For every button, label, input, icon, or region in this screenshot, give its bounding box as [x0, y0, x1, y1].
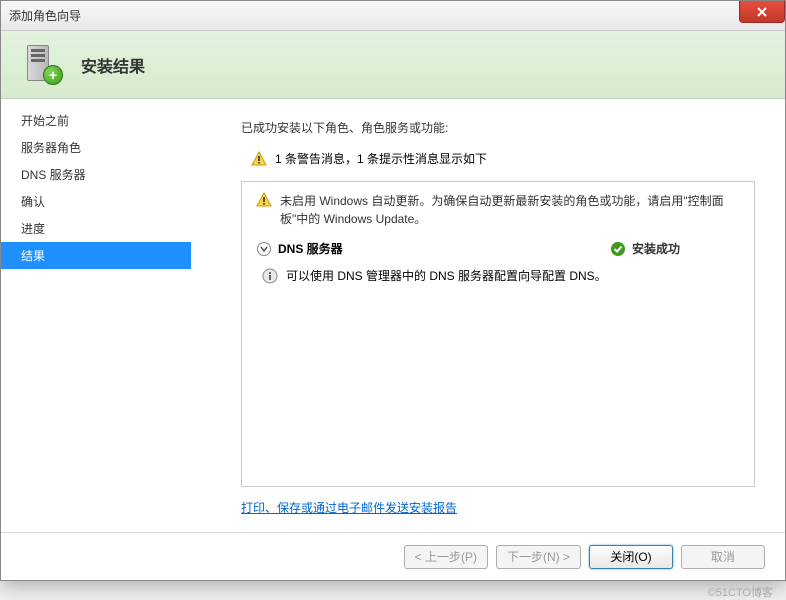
role-name: DNS 服务器 — [278, 240, 610, 257]
close-icon — [756, 6, 768, 18]
wizard-body: 开始之前 服务器角色 DNS 服务器 确认 进度 结果 已成功安装以下角色、角色… — [1, 99, 785, 532]
cancel-button: 取消 — [681, 545, 765, 569]
collapse-icon[interactable] — [256, 241, 272, 257]
role-status: 安装成功 — [632, 240, 680, 257]
sidebar-item-dns-server[interactable]: DNS 服务器 — [1, 161, 191, 188]
wizard-footer: < 上一步(P) 下一步(N) > 关闭(O) 取消 — [1, 532, 785, 580]
page-title: 安装结果 — [81, 53, 145, 77]
report-link[interactable]: 打印、保存或通过电子邮件发送安装报告 — [241, 501, 457, 515]
wizard-window: 添加角色向导 + 安装结果 开始之前 服务器角色 DNS 服务器 确认 进度 结… — [0, 0, 786, 581]
wizard-header: + 安装结果 — [1, 31, 785, 99]
warning-icon — [256, 192, 272, 208]
info-icon — [262, 268, 278, 284]
role-info-text: 可以使用 DNS 管理器中的 DNS 服务器配置向导配置 DNS。 — [286, 267, 607, 284]
role-info-row: 可以使用 DNS 管理器中的 DNS 服务器配置向导配置 DNS。 — [256, 267, 740, 284]
window-title: 添加角色向导 — [9, 7, 81, 24]
sidebar-item-confirmation[interactable]: 确认 — [1, 188, 191, 215]
role-result-row: DNS 服务器 安装成功 — [256, 240, 740, 257]
next-button: 下一步(N) > — [496, 545, 581, 569]
previous-button: < 上一步(P) — [404, 545, 488, 569]
panel-warning-text: 未启用 Windows 自动更新。为确保自动更新最新安装的角色或功能，请启用"控… — [280, 192, 740, 228]
sidebar-item-results[interactable]: 结果 — [1, 242, 191, 269]
wizard-main: 已成功安装以下角色、角色服务或功能: 1 条警告消息，1 条提示性消息显示如下 … — [191, 99, 785, 532]
titlebar: 添加角色向导 — [1, 1, 785, 31]
panel-warning-row: 未启用 Windows 自动更新。为确保自动更新最新安装的角色或功能，请启用"控… — [256, 192, 740, 228]
server-add-icon: + — [21, 43, 65, 87]
wizard-sidebar: 开始之前 服务器角色 DNS 服务器 确认 进度 结果 — [1, 99, 191, 532]
warning-summary-text: 1 条警告消息，1 条提示性消息显示如下 — [275, 150, 487, 167]
warning-icon — [251, 151, 267, 167]
close-window-button[interactable] — [739, 1, 785, 23]
result-panel: 未启用 Windows 自动更新。为确保自动更新最新安装的角色或功能，请启用"控… — [241, 181, 755, 487]
sidebar-item-server-roles[interactable]: 服务器角色 — [1, 134, 191, 161]
results-intro-text: 已成功安装以下角色、角色服务或功能: — [241, 119, 755, 136]
warning-summary-row: 1 条警告消息，1 条提示性消息显示如下 — [241, 150, 755, 167]
success-icon — [610, 241, 626, 257]
sidebar-item-before-you-begin[interactable]: 开始之前 — [1, 107, 191, 134]
sidebar-item-progress[interactable]: 进度 — [1, 215, 191, 242]
close-button[interactable]: 关闭(O) — [589, 545, 673, 569]
report-link-row: 打印、保存或通过电子邮件发送安装报告 — [241, 499, 755, 516]
watermark-text: ©51CTO博客 — [708, 584, 773, 600]
